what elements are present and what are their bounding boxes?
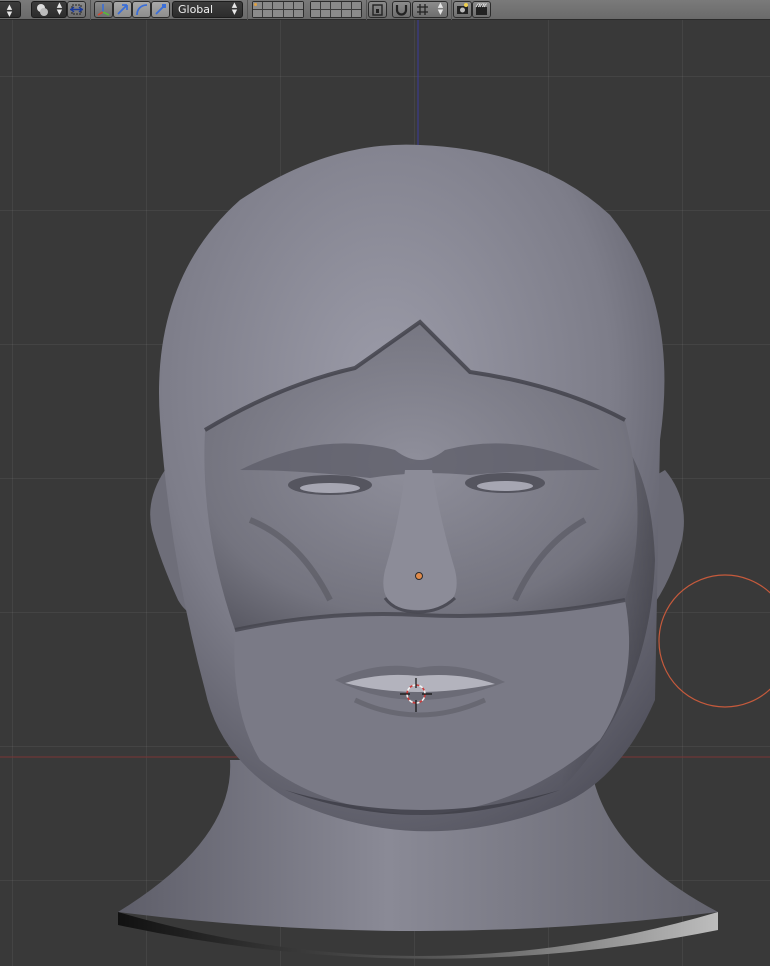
lock-camera-to-view-icon <box>372 4 383 16</box>
3d-viewport[interactable] <box>0 20 770 966</box>
render-animation-button[interactable] <box>472 1 491 18</box>
scale-manipulator-button[interactable] <box>151 1 170 18</box>
viewport-header: ▲ ▼ ▲ ▼ ▲ ▼ Global ▲ ▼ <box>0 0 770 20</box>
snap-increment-icon <box>417 4 428 15</box>
dropdown-arrows-icon: ▲ ▼ <box>437 1 444 16</box>
pivot-point-icon <box>69 4 84 15</box>
blender-window: ▲ ▼ ▲ ▼ ▲ ▼ Global ▲ ▼ <box>0 0 770 966</box>
sculpted-head-mesh[interactable] <box>118 144 718 959</box>
manipulator-toggle-icon <box>97 4 110 16</box>
manipulator-toggle[interactable] <box>94 1 113 18</box>
shading-dropdown[interactable]: ▲ ▼ <box>31 1 67 18</box>
rotate-manipulator-icon <box>136 4 148 16</box>
pivot-button[interactable] <box>67 1 86 18</box>
render-image-button[interactable] <box>453 1 472 18</box>
rotate-manipulator-button[interactable] <box>132 1 151 18</box>
snap-magnet-icon <box>395 5 408 16</box>
shading-sphere-icon <box>37 4 48 16</box>
scale-manipulator-icon <box>155 4 166 15</box>
dropdown-arrows-icon: ▲ ▼ <box>6 3 13 18</box>
snap-element-dropdown[interactable]: ▲ ▼ <box>412 1 448 18</box>
snap-toggle-button[interactable] <box>392 1 411 18</box>
scene-layers-b[interactable] <box>310 1 362 18</box>
scene-layers-a[interactable] <box>252 1 304 18</box>
viewport-scene <box>0 20 770 959</box>
transform-orientation-value: Global <box>178 3 214 16</box>
dropdown-arrows-icon: ▲ ▼ <box>231 1 238 16</box>
mode-dropdown[interactable]: ▲ ▼ <box>0 1 21 18</box>
translate-manipulator-icon <box>117 4 128 15</box>
render-camera-icon <box>457 3 468 14</box>
object-origin-dot <box>415 572 423 580</box>
translate-manipulator-button[interactable] <box>113 1 132 18</box>
render-animation-icon <box>475 3 487 15</box>
brush-radius-circle <box>658 574 770 708</box>
lock-camera-button[interactable] <box>368 1 387 18</box>
dropdown-arrows-icon: ▲ ▼ <box>56 1 63 16</box>
